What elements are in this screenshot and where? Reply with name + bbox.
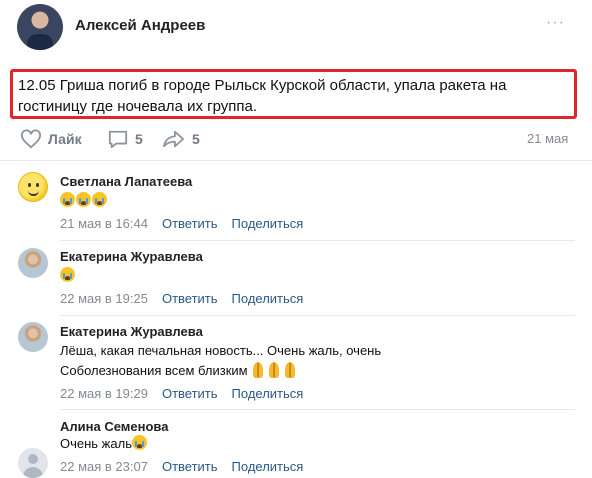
praying-hands-icon bbox=[267, 362, 281, 378]
comment-author[interactable]: Алина Семенова bbox=[60, 419, 168, 434]
divider bbox=[0, 160, 592, 161]
comment-meta: 22 мая в 19:25 Ответить Поделиться bbox=[60, 291, 303, 306]
crying-face-icon bbox=[131, 435, 147, 450]
comment-text bbox=[60, 191, 108, 211]
shares-count: 5 bbox=[192, 131, 200, 147]
comment-avatar[interactable] bbox=[18, 322, 48, 352]
comment-date[interactable]: 22 мая в 19:29 bbox=[60, 386, 148, 401]
comment-date[interactable]: 22 мая в 23:07 bbox=[60, 459, 148, 474]
share-button[interactable]: 5 bbox=[162, 129, 200, 149]
heart-icon bbox=[21, 129, 41, 149]
comment-text: Очень жаль bbox=[60, 434, 148, 454]
crying-face-icon bbox=[60, 267, 75, 282]
praying-hands-icon bbox=[283, 362, 297, 378]
post-date[interactable]: 21 мая bbox=[527, 131, 568, 146]
comment-text-line-1: Лёша, какая печальная новость... Очень ж… bbox=[60, 343, 382, 358]
comment-icon bbox=[108, 130, 128, 149]
like-label: Лайк bbox=[48, 131, 82, 147]
crying-face-icon bbox=[76, 192, 91, 207]
divider bbox=[60, 409, 575, 410]
comment-author[interactable]: Светлана Лапатеева bbox=[60, 174, 192, 189]
share-icon bbox=[163, 130, 184, 148]
comment-avatar[interactable] bbox=[18, 448, 48, 478]
comment-meta: 22 мая в 23:07 Ответить Поделиться bbox=[60, 459, 303, 474]
comment-avatar[interactable] bbox=[18, 172, 48, 202]
post-text: 12.05 Гриша погиб в городе Рыльск Курско… bbox=[18, 77, 507, 115]
comment-text: Соболезнования всем близким bbox=[60, 363, 248, 378]
reply-link[interactable]: Ответить bbox=[162, 459, 218, 474]
reply-link[interactable]: Ответить bbox=[162, 386, 218, 401]
comment-author[interactable]: Екатерина Журавлева bbox=[60, 249, 203, 264]
comment-author[interactable]: Екатерина Журавлева bbox=[60, 324, 203, 339]
divider bbox=[60, 315, 575, 316]
comment-date[interactable]: 21 мая в 16:44 bbox=[60, 216, 148, 231]
comment-meta: 21 мая в 16:44 Ответить Поделиться bbox=[60, 216, 303, 231]
reply-link[interactable]: Ответить bbox=[162, 216, 218, 231]
share-link[interactable]: Поделиться bbox=[232, 291, 304, 306]
comment-text bbox=[60, 266, 76, 286]
comments-button[interactable]: 5 bbox=[107, 129, 143, 149]
crying-face-icon bbox=[60, 192, 75, 207]
crying-face-icon bbox=[92, 192, 107, 207]
comment-text-content: Очень жаль bbox=[60, 436, 132, 451]
share-link[interactable]: Поделиться bbox=[232, 216, 304, 231]
comment-date[interactable]: 22 мая в 19:25 bbox=[60, 291, 148, 306]
post-author-name[interactable]: Алексей Андреев bbox=[75, 17, 205, 34]
author-avatar[interactable] bbox=[17, 4, 63, 50]
divider bbox=[60, 240, 575, 241]
comment-text-line-2: Соболезнования всем близким bbox=[60, 361, 299, 381]
share-link[interactable]: Поделиться bbox=[232, 386, 304, 401]
share-link[interactable]: Поделиться bbox=[232, 459, 304, 474]
comment-avatar[interactable] bbox=[18, 248, 48, 278]
comment-meta: 22 мая в 19:29 Ответить Поделиться bbox=[60, 386, 303, 401]
post-actions-bar: Лайк 5 5 bbox=[20, 129, 580, 151]
comments-count: 5 bbox=[135, 131, 143, 147]
more-options-icon[interactable]: ··· bbox=[546, 14, 565, 32]
like-button[interactable]: Лайк bbox=[20, 129, 82, 149]
reply-link[interactable]: Ответить bbox=[162, 291, 218, 306]
praying-hands-icon bbox=[251, 362, 265, 378]
